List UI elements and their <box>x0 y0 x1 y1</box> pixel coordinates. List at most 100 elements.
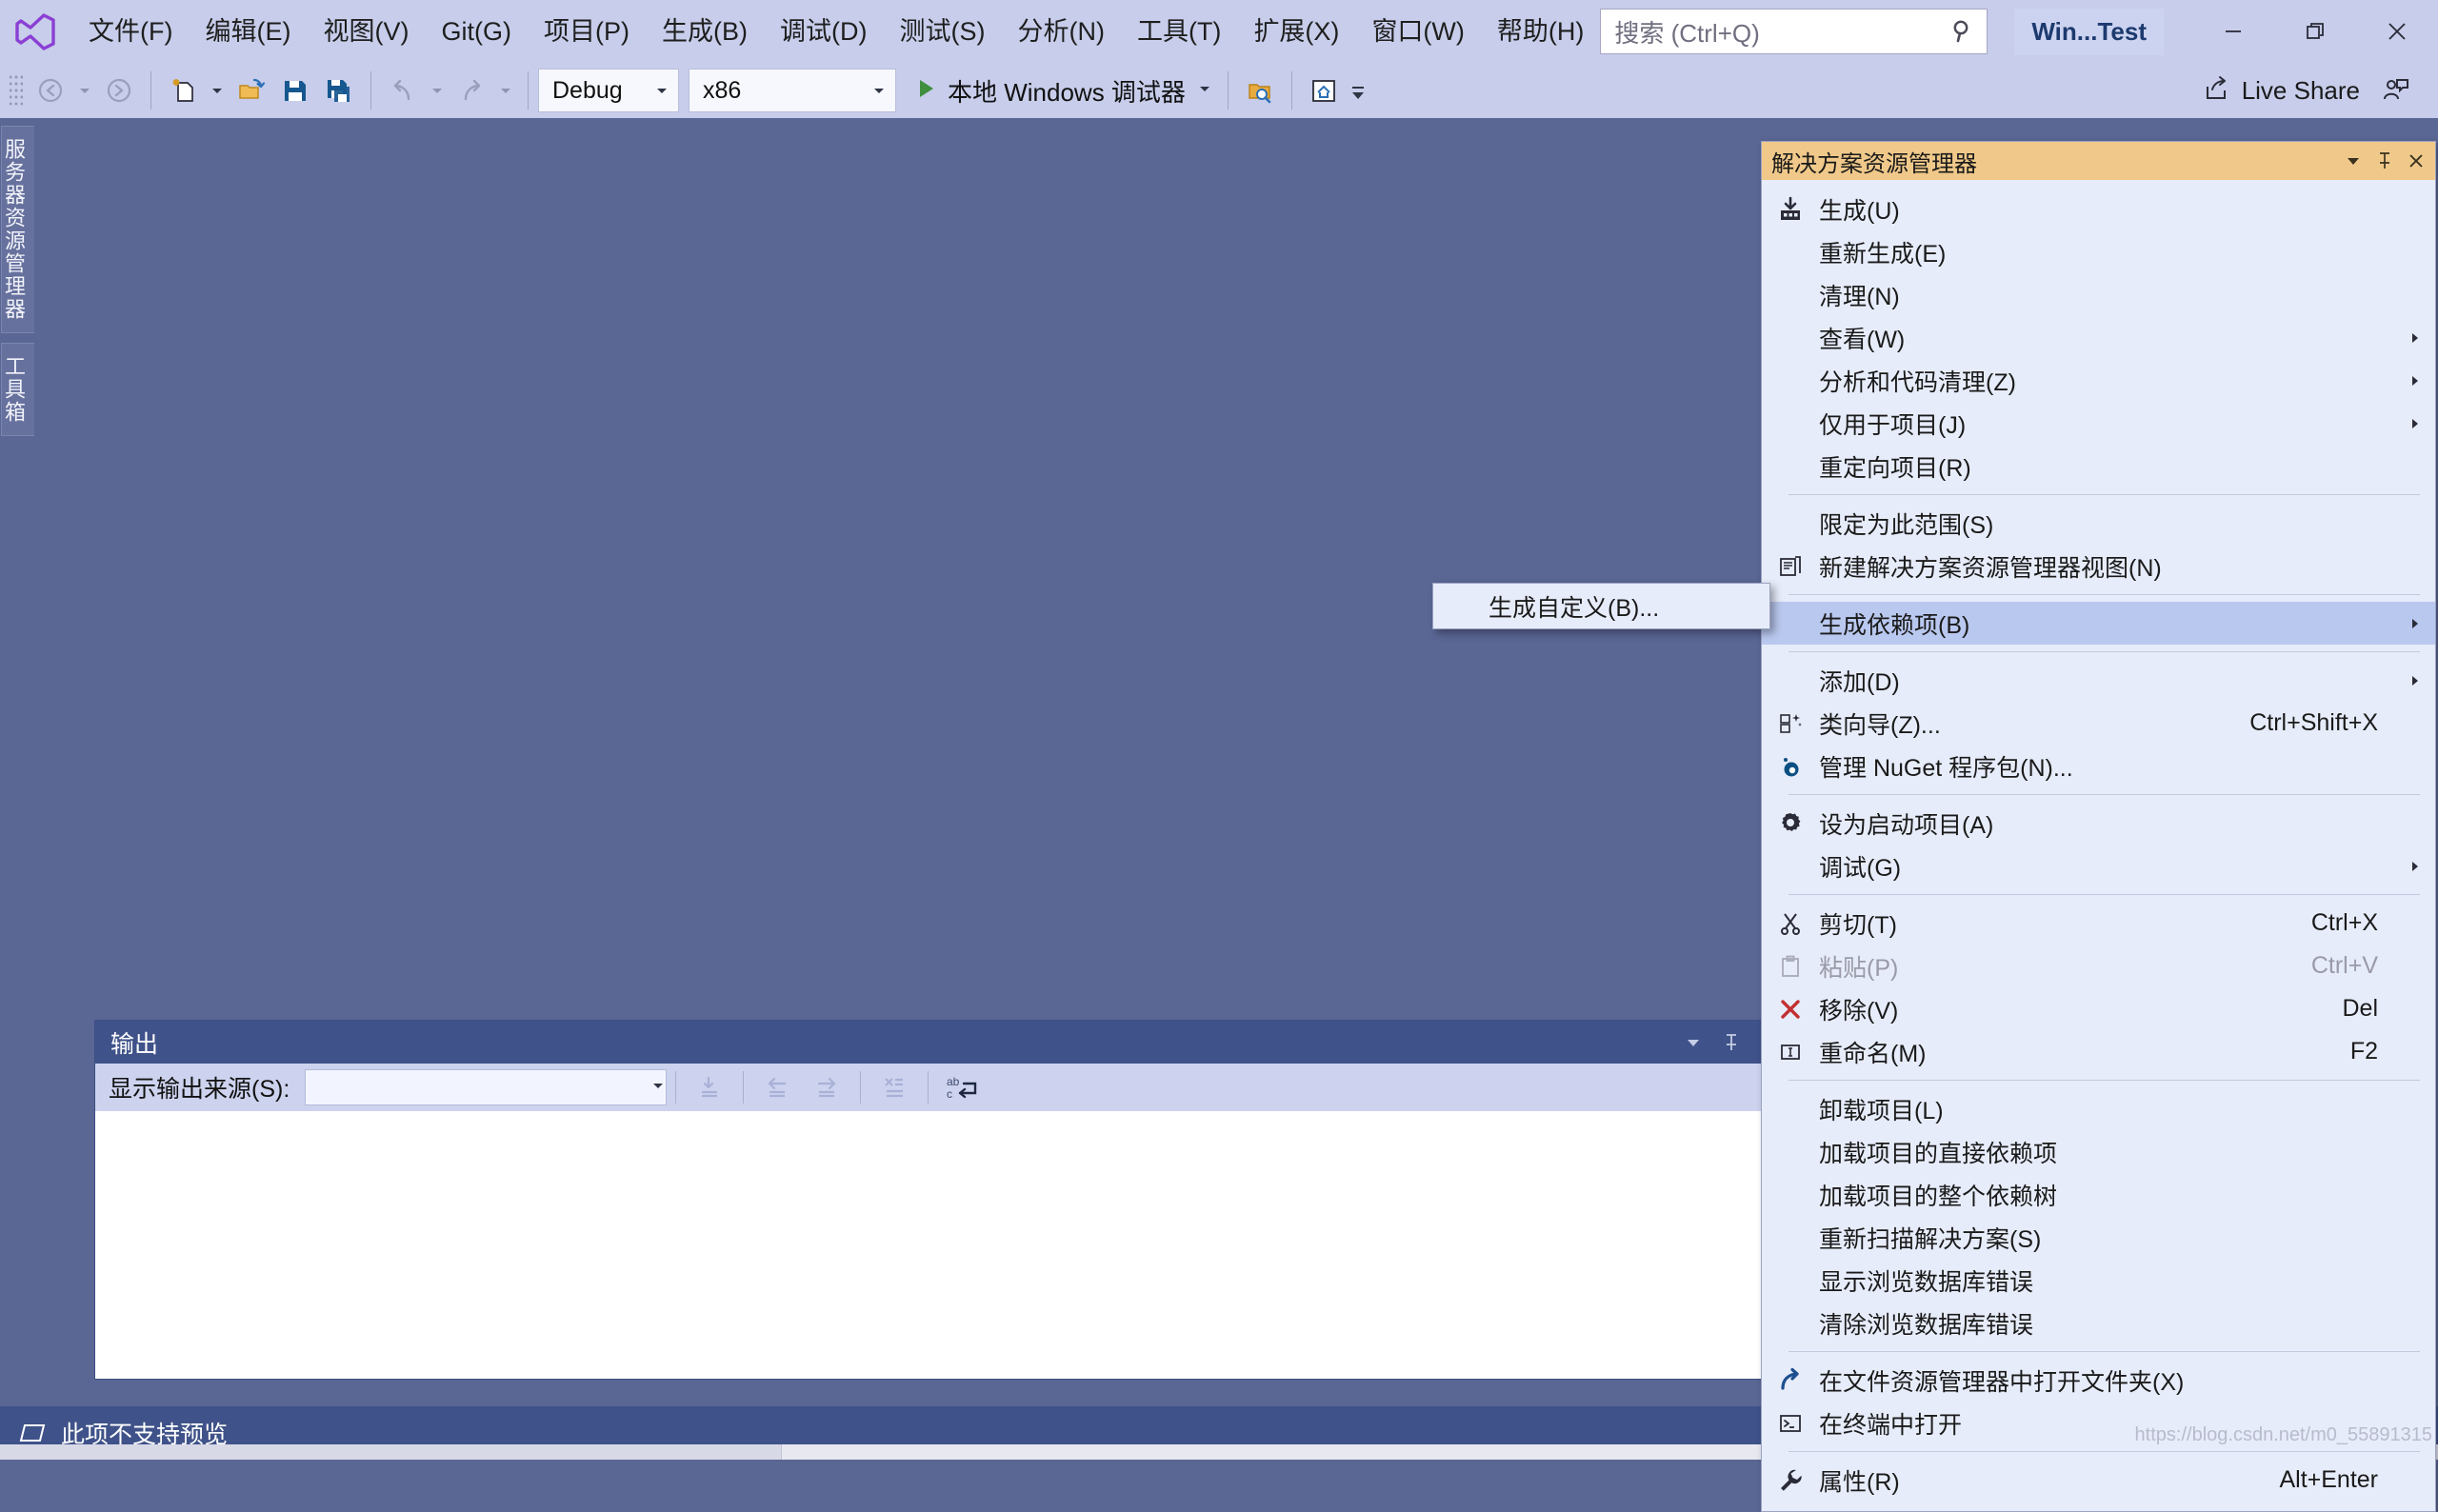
start-debugging-button[interactable]: 本地 Windows 调试器 <box>906 69 1218 112</box>
minimize-button[interactable] <box>2192 0 2274 63</box>
sidebar-tab-server-explorer[interactable]: 服务器资源管理器 <box>1 126 34 333</box>
menu-build[interactable]: 生成(B) <box>646 13 764 50</box>
menu-view[interactable]: 视图(V) <box>307 13 425 50</box>
menu-help[interactable]: 帮助(H) <box>1481 13 1600 50</box>
menu-item-scope-to-this[interactable]: 限定为此范围(S) <box>1762 502 2435 545</box>
menu-item-class-wizard[interactable]: 类向导(Z)... Ctrl+Shift+X <box>1762 702 2435 745</box>
menu-item-load-direct-dependencies[interactable]: 加载项目的直接依赖项 <box>1762 1130 2435 1173</box>
solution-configuration-dropdown[interactable]: Debug <box>538 69 679 112</box>
menu-item-shortcut: F2 <box>2349 1038 2378 1064</box>
new-file-icon[interactable] <box>161 69 205 112</box>
class-wizard-icon <box>1762 711 1819 736</box>
menu-item-rename[interactable]: 重命名(M) F2 <box>1762 1030 2435 1073</box>
output-source-dropdown[interactable] <box>305 1069 668 1105</box>
save-all-icon[interactable] <box>317 69 361 112</box>
search-box[interactable]: 搜索 (Ctrl+Q) <box>1600 9 1988 54</box>
menu-item-label: 查看(W) <box>1819 326 1906 353</box>
menu-item-show-browsing-database-errors[interactable]: 显示浏览数据库错误 <box>1762 1259 2435 1302</box>
menu-item-remove[interactable]: 移除(V) Del <box>1762 987 2435 1030</box>
menu-item-add[interactable]: 添加(D) <box>1762 659 2435 702</box>
menu-item-build-dependencies[interactable]: 生成依赖项(B) <box>1762 602 2435 645</box>
navigate-back-dropdown-icon[interactable] <box>72 69 97 112</box>
menu-item-retarget-projects[interactable]: 重定向项目(R) <box>1762 445 2435 487</box>
menu-item-view[interactable]: 查看(W) <box>1762 316 2435 359</box>
undo-icon[interactable] <box>381 69 425 112</box>
context-menu-items: 生成(U) 重新生成(E) 清理(N) 查看(W) 分析和代码清理(Z) 仅用于… <box>1762 180 2435 1511</box>
menu-separator <box>1789 894 2420 895</box>
menu-item-unload-project[interactable]: 卸载项目(L) <box>1762 1087 2435 1130</box>
menu-item-shortcut: Ctrl+X <box>2310 909 2378 936</box>
menu-item-label: 移除(V) <box>1819 997 1899 1025</box>
menu-window[interactable]: 窗口(W) <box>1355 13 1480 50</box>
menu-item-project-only[interactable]: 仅用于项目(J) <box>1762 402 2435 445</box>
menu-item-analyze-and-code-cleanup[interactable]: 分析和代码清理(Z) <box>1762 359 2435 402</box>
menu-item-set-as-startup-project[interactable]: 设为启动项目(A) <box>1762 802 2435 845</box>
start-window-icon[interactable] <box>1302 69 1346 112</box>
svg-text:c: c <box>947 1087 952 1101</box>
open-file-icon[interactable] <box>230 69 273 112</box>
menu-tools[interactable]: 工具(T) <box>1121 13 1237 50</box>
redo-icon[interactable] <box>450 69 493 112</box>
redo-dropdown-icon[interactable] <box>493 69 518 112</box>
menu-item-label: 清理(N) <box>1819 283 1900 310</box>
search-icon <box>1948 17 1977 46</box>
navigate-forward-icon[interactable] <box>97 69 141 112</box>
remove-icon <box>1762 997 1819 1022</box>
chevron-down-icon[interactable] <box>2337 142 2368 180</box>
live-share-button[interactable]: Live Share <box>2188 69 2373 112</box>
build-dependencies-submenu: 生成自定义(B)... <box>1432 583 1770 629</box>
menu-item-label: 生成(U) <box>1819 197 1900 225</box>
solution-platform-dropdown[interactable]: x86 <box>689 69 896 112</box>
menu-item-clear-browsing-database-errors[interactable]: 清除浏览数据库错误 <box>1762 1302 2435 1344</box>
toggle-word-wrap-icon[interactable]: ab c <box>937 1066 987 1108</box>
clear-all-icon[interactable] <box>685 1066 734 1108</box>
chevron-right-icon <box>2405 616 2426 631</box>
menu-item-rebuild[interactable]: 重新生成(E) <box>1762 230 2435 273</box>
menu-item-open-folder-in-file-explorer[interactable]: 在文件资源管理器中打开文件夹(X) <box>1762 1359 2435 1402</box>
toolbar-overflow-icon[interactable] <box>1346 69 1370 112</box>
send-feedback-icon[interactable] <box>2373 69 2417 112</box>
menu-test[interactable]: 测试(S) <box>883 13 1001 50</box>
menu-item-rescan-solution[interactable]: 重新扫描解决方案(S) <box>1762 1216 2435 1259</box>
new-file-dropdown-icon[interactable] <box>205 69 230 112</box>
menu-edit[interactable]: 编辑(E) <box>189 13 307 50</box>
menu-item-cut[interactable]: 剪切(T) Ctrl+X <box>1762 902 2435 945</box>
toolbar-grip[interactable] <box>10 72 23 109</box>
menu-item-paste[interactable]: 粘贴(P) Ctrl+V <box>1762 945 2435 987</box>
pin-icon[interactable] <box>2368 142 2400 180</box>
restore-button[interactable] <box>2274 0 2356 63</box>
menu-item-build-customizations[interactable]: 生成自定义(B)... <box>1433 589 1659 624</box>
menu-item-load-entire-dependency-tree[interactable]: 加载项目的整个依赖树 <box>1762 1173 2435 1216</box>
nuget-icon <box>1762 754 1819 779</box>
go-to-next-message-icon[interactable] <box>802 1066 851 1108</box>
menu-separator <box>1789 494 2420 495</box>
save-icon[interactable] <box>273 69 317 112</box>
chevron-down-icon[interactable] <box>1197 81 1212 101</box>
menu-extensions[interactable]: 扩展(X) <box>1237 13 1355 50</box>
output-panel-content[interactable] <box>95 1111 1794 1379</box>
menu-item-debug[interactable]: 调试(G) <box>1762 845 2435 887</box>
close-button[interactable] <box>2356 0 2438 63</box>
menu-item-manage-nuget-packages[interactable]: 管理 NuGet 程序包(N)... <box>1762 745 2435 787</box>
go-to-previous-message-icon[interactable] <box>752 1066 802 1108</box>
menu-item-build[interactable]: 生成(U) <box>1762 188 2435 230</box>
menu-project[interactable]: 项目(P) <box>528 13 646 50</box>
menu-git[interactable]: Git(G) <box>425 13 528 50</box>
clear-pane-icon[interactable] <box>869 1066 919 1108</box>
pin-icon[interactable] <box>1712 1021 1750 1064</box>
menu-item-new-solution-explorer-view[interactable]: 新建解决方案资源管理器视图(N) <box>1762 545 2435 587</box>
navigate-back-icon[interactable] <box>29 69 72 112</box>
sidebar-tab-toolbox[interactable]: 工具箱 <box>1 343 34 436</box>
menu-item-properties[interactable]: 属性(R) Alt+Enter <box>1762 1459 2435 1502</box>
solution-platform-value: x86 <box>703 76 742 104</box>
menu-debug[interactable]: 调试(D) <box>764 13 883 50</box>
menu-item-clean[interactable]: 清理(N) <box>1762 273 2435 316</box>
search-input[interactable]: 搜索 (Ctrl+Q) <box>1614 14 1948 50</box>
menu-file[interactable]: 文件(F) <box>72 13 189 50</box>
menu-analyze[interactable]: 分析(N) <box>1001 13 1120 50</box>
undo-dropdown-icon[interactable] <box>425 69 450 112</box>
find-in-files-icon[interactable] <box>1238 69 1282 112</box>
close-icon[interactable] <box>2400 142 2431 180</box>
chevron-down-icon[interactable] <box>1674 1021 1712 1064</box>
menu-item-label: 属性(R) <box>1819 1468 1900 1496</box>
